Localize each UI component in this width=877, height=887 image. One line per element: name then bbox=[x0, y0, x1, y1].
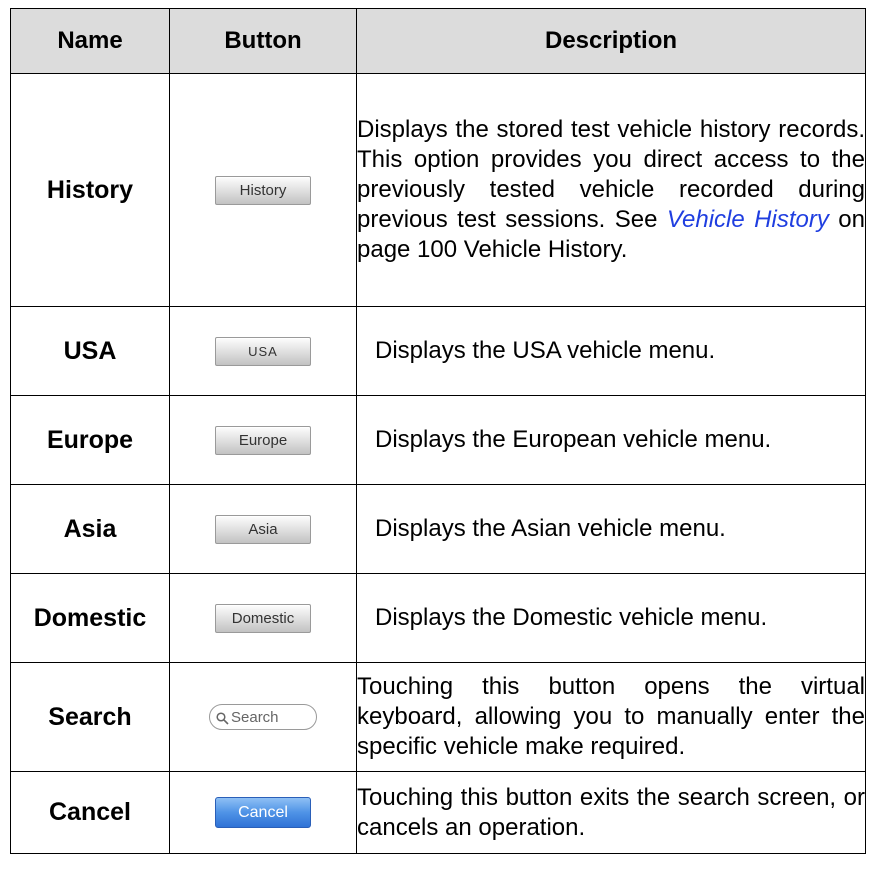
magnifier-icon bbox=[216, 711, 229, 725]
row-description: Displays the USA vehicle menu. bbox=[356, 306, 866, 396]
row-button-cell: Domestic bbox=[169, 573, 357, 663]
domestic-button: Domestic bbox=[215, 603, 311, 633]
cancel-button: Cancel bbox=[215, 797, 311, 828]
row-button-cell: Europe bbox=[169, 395, 357, 485]
usa-button: USA bbox=[215, 336, 311, 366]
button-description-table: Name Button Description History History … bbox=[10, 8, 866, 854]
header-description: Description bbox=[356, 8, 866, 74]
history-button: History bbox=[215, 175, 311, 205]
table-row: Europe Europe Displays the European vehi… bbox=[10, 395, 866, 485]
table-row: Search Search Touching this button opens… bbox=[10, 662, 866, 772]
table-row: Domestic Domestic Displays the Domestic … bbox=[10, 573, 866, 663]
row-name: Asia bbox=[10, 484, 170, 574]
row-button-cell: Asia bbox=[169, 484, 357, 574]
row-description: Displays the Asian vehicle menu. bbox=[356, 484, 866, 574]
row-description: Touching this button exits the search sc… bbox=[356, 771, 866, 854]
row-name: Domestic bbox=[10, 573, 170, 663]
vehicle-history-link[interactable]: Vehicle History bbox=[667, 206, 829, 233]
row-name: Search bbox=[10, 662, 170, 772]
asia-button: Asia bbox=[215, 514, 311, 544]
search-button-label: Search bbox=[231, 709, 279, 726]
header-button: Button bbox=[169, 8, 357, 74]
row-button-cell: USA bbox=[169, 306, 357, 396]
table-row: Asia Asia Displays the Asian vehicle men… bbox=[10, 484, 866, 574]
table-row: Cancel Cancel Touching this button exits… bbox=[10, 771, 866, 854]
row-description: Displays the Domestic vehicle menu. bbox=[356, 573, 866, 663]
europe-button: Europe bbox=[215, 425, 311, 455]
search-button: Search bbox=[209, 704, 317, 730]
row-name: History bbox=[10, 73, 170, 307]
row-description: Displays the stored test vehicle history… bbox=[356, 73, 866, 307]
table-header-row: Name Button Description bbox=[10, 8, 866, 74]
row-button-cell: Cancel bbox=[169, 771, 357, 854]
table-row: History History Displays the stored test… bbox=[10, 73, 866, 307]
row-name: Cancel bbox=[10, 771, 170, 854]
row-name: USA bbox=[10, 306, 170, 396]
row-button-cell: History bbox=[169, 73, 357, 307]
row-button-cell: Search bbox=[169, 662, 357, 772]
header-name: Name bbox=[10, 8, 170, 74]
row-description: Displays the European vehicle menu. bbox=[356, 395, 866, 485]
table-row: USA USA Displays the USA vehicle menu. bbox=[10, 306, 866, 396]
row-description: Touching this button opens the virtual k… bbox=[356, 662, 866, 772]
row-name: Europe bbox=[10, 395, 170, 485]
